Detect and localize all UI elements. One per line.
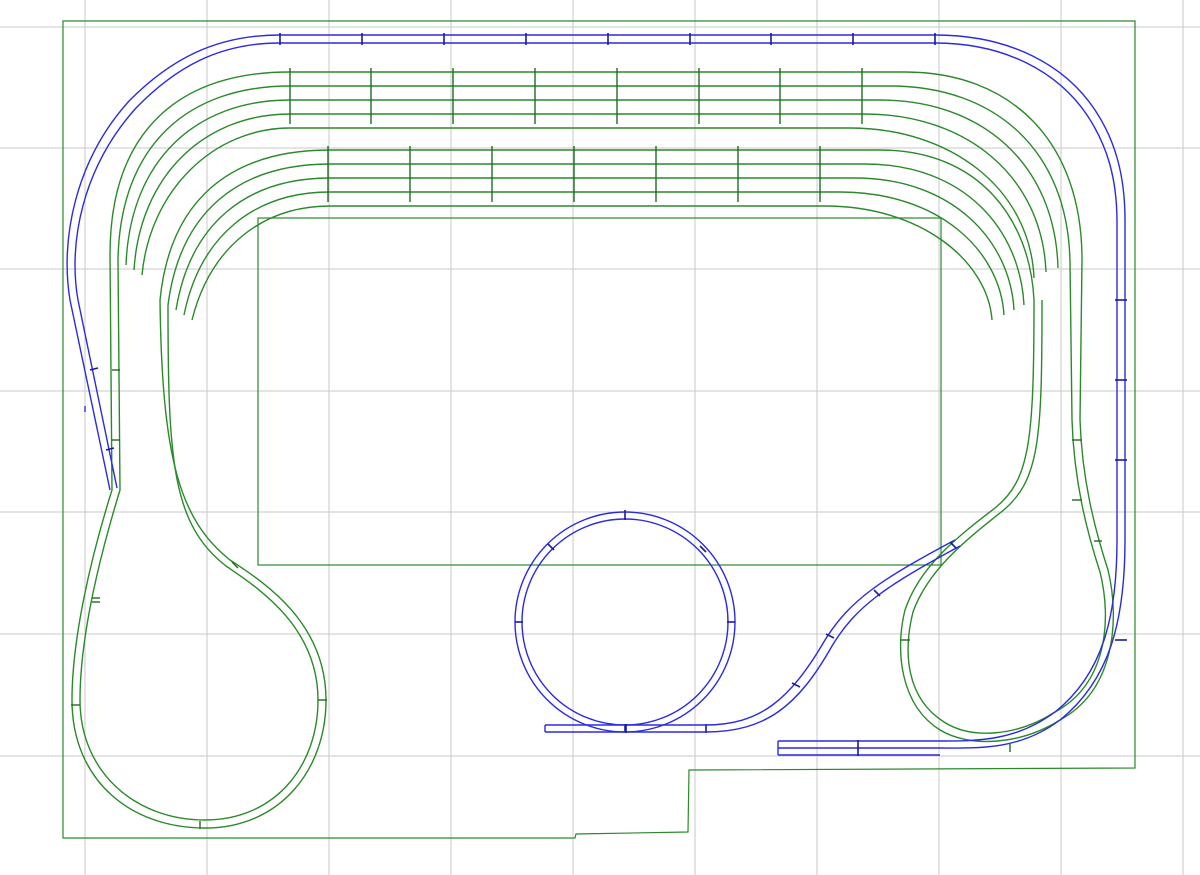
track-plan-drawing: [0, 0, 1200, 875]
background-grid: [0, 0, 1200, 875]
mainline-lower-level: [71, 254, 1115, 829]
mainline-upper-level: [66, 33, 1127, 756]
track-plan-canvas[interactable]: [0, 0, 1200, 875]
upper-staging-yard: [109, 68, 1083, 279]
lower-staging-yard: [159, 146, 1035, 321]
helix-loop: [514, 510, 961, 733]
